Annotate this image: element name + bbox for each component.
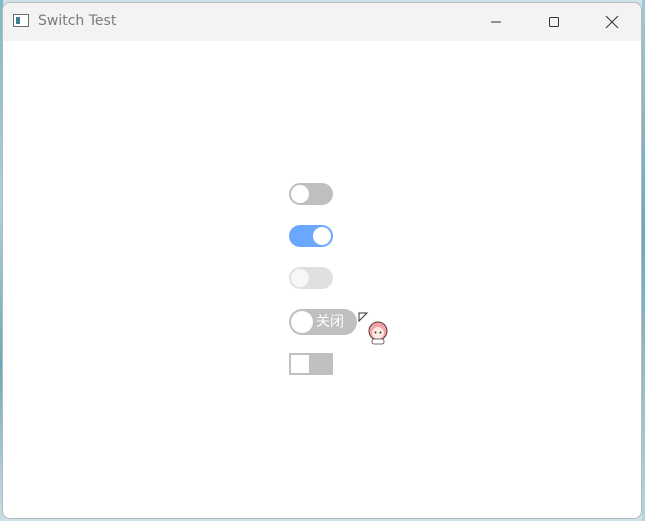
switch-square[interactable] — [289, 353, 333, 375]
maximize-icon — [549, 17, 559, 27]
title-bar[interactable]: Switch Test — [3, 3, 641, 41]
switch-with-text[interactable]: 关闭 — [289, 309, 357, 335]
app-window-icon — [13, 14, 29, 27]
cursor-icon — [358, 312, 388, 345]
switch-text-label: 关闭 — [316, 314, 344, 330]
switch-disabled — [289, 267, 333, 289]
switch-knob — [291, 185, 309, 203]
maximize-button[interactable] — [531, 3, 577, 41]
window-title: Switch Test — [38, 13, 117, 29]
switch-default[interactable] — [289, 183, 333, 205]
switch-knob — [291, 311, 313, 333]
close-button[interactable] — [589, 3, 635, 41]
app-window: Switch Test 关闭 — [2, 2, 642, 519]
minimize-button[interactable] — [473, 3, 519, 41]
mouse-cursor — [357, 311, 397, 347]
minimize-icon — [491, 21, 501, 23]
switch-checked[interactable] — [289, 225, 333, 247]
close-icon — [605, 15, 619, 29]
switch-knob — [313, 227, 331, 245]
switch-knob — [291, 355, 309, 373]
switch-knob — [291, 269, 309, 287]
